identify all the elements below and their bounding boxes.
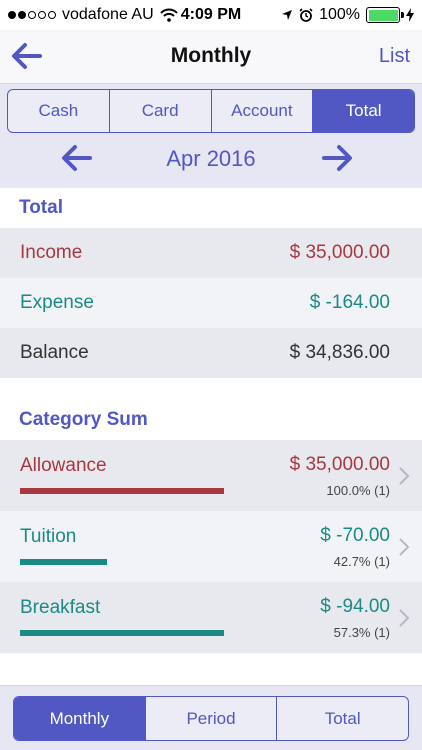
month-selector: Apr 2016 <box>0 139 422 179</box>
category-amount: $ -94.00 <box>320 596 390 617</box>
category-amount: $ 35,000.00 <box>289 454 390 475</box>
category-row-allowance[interactable]: Allowance $ 35,000.00 100.0% (1) <box>0 440 422 511</box>
category-percent: 100.0% (1) <box>326 483 390 498</box>
income-row: Income $ 35,000.00 <box>0 228 422 278</box>
alarm-clock-icon <box>299 8 313 22</box>
category-bar-fill <box>20 559 108 565</box>
category-bar-fill <box>20 488 224 494</box>
status-right: 100% <box>281 6 414 24</box>
category-row-tuition[interactable]: Tuition $ -70.00 42.7% (1) <box>0 511 422 582</box>
expense-label: Expense <box>20 292 94 313</box>
category-label: Breakfast <box>20 597 101 618</box>
current-month-label: Apr 2016 <box>166 146 256 171</box>
category-bar-fill <box>20 630 224 636</box>
battery-icon <box>366 7 404 23</box>
navigation-bar: Monthly List <box>0 30 422 84</box>
chevron-right-icon <box>399 467 410 485</box>
arrow-left-icon <box>12 43 42 69</box>
battery-percent: 100% <box>319 6 360 23</box>
balance-row: Balance $ 34,836.00 <box>0 328 422 378</box>
chevron-right-icon <box>399 609 410 627</box>
back-button[interactable] <box>10 41 44 71</box>
income-label: Income <box>20 242 83 263</box>
category-label: Allowance <box>20 455 107 476</box>
tab-monthly[interactable]: Monthly <box>14 697 146 740</box>
filter-area: Cash Card Account Total Apr 2016 <box>0 84 422 188</box>
category-percent: 57.3% (1) <box>333 625 390 640</box>
category-section-header: Category Sum <box>0 400 422 440</box>
category-amount: $ -70.00 <box>320 525 390 546</box>
list-button[interactable]: List <box>379 45 410 68</box>
category-label: Tuition <box>20 526 77 547</box>
category-row-breakfast[interactable]: Breakfast $ -94.00 57.3% (1) <box>0 582 422 653</box>
income-amount: $ 35,000.00 <box>289 242 390 263</box>
tab-period[interactable]: Period <box>146 697 278 740</box>
tab-account[interactable]: Account <box>212 90 314 132</box>
charging-bolt-icon <box>406 8 414 22</box>
tab-cash[interactable]: Cash <box>8 90 110 132</box>
expense-row: Expense $ -164.00 <box>0 278 422 328</box>
category-bar <box>20 488 224 494</box>
tab-total[interactable]: Total <box>313 90 414 132</box>
period-segmented-control: Monthly Period Total <box>13 696 409 741</box>
balance-label: Balance <box>20 342 89 363</box>
next-month-button[interactable] <box>320 143 354 173</box>
tab-total-footer[interactable]: Total <box>277 697 408 740</box>
tab-card[interactable]: Card <box>110 90 212 132</box>
chevron-right-icon <box>399 538 410 556</box>
arrow-right-icon <box>322 145 352 171</box>
balance-amount: $ 34,836.00 <box>289 342 390 363</box>
category-bar <box>20 559 224 565</box>
status-bar: vodafone AU 4:09 PM 100% <box>0 0 422 30</box>
category-bar <box>20 630 224 636</box>
expense-amount: $ -164.00 <box>309 292 390 313</box>
category-percent: 42.7% (1) <box>333 554 390 569</box>
location-arrow-icon <box>282 10 293 20</box>
page-title: Monthly <box>170 44 252 67</box>
account-type-segmented-control: Cash Card Account Total <box>7 89 415 133</box>
total-section-header: Total <box>0 188 422 228</box>
footer-bar: Monthly Period Total <box>0 685 422 750</box>
